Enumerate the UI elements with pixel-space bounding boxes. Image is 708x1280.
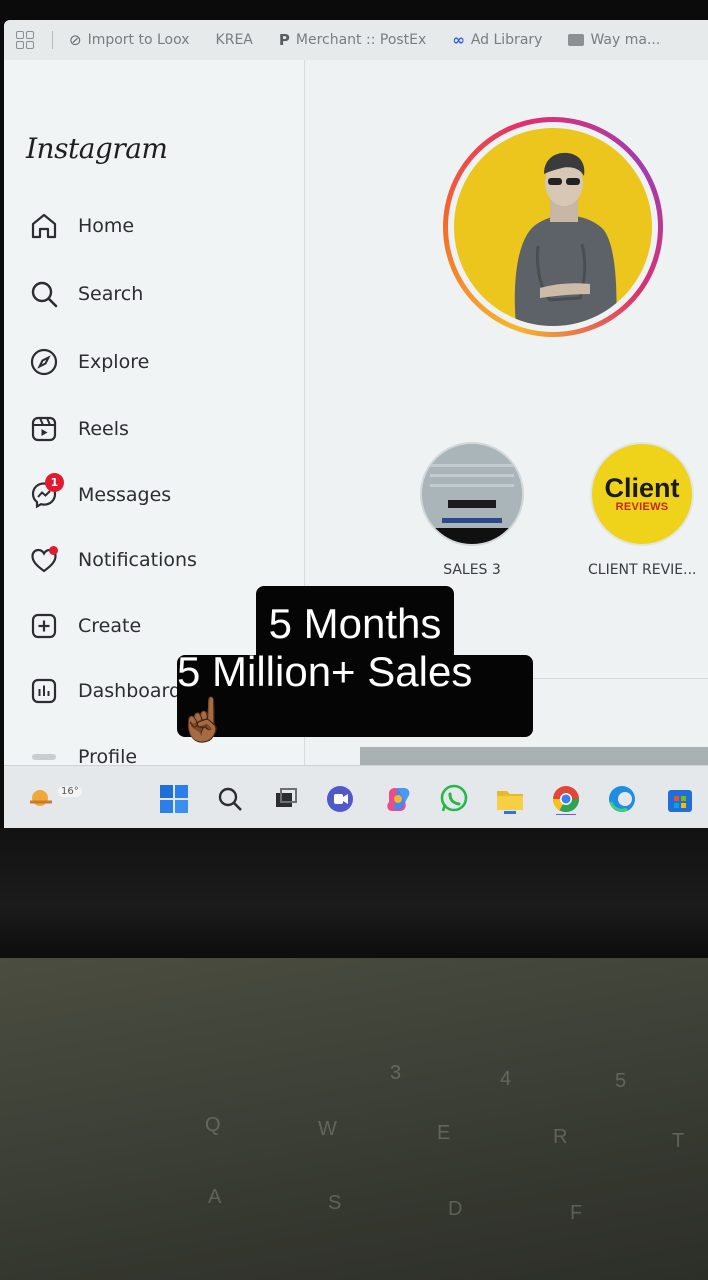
bookmark-label: Merchant :: PostEx xyxy=(295,32,427,48)
laptop-bezel xyxy=(0,828,708,958)
reels-icon xyxy=(28,413,60,445)
sidebar-item-messages[interactable]: 1 Messages xyxy=(28,473,172,511)
profile-story-ring[interactable] xyxy=(443,117,663,337)
bookmark-label: Ad Library xyxy=(470,32,543,48)
postex-icon: P xyxy=(278,31,290,49)
highlight-label: SALES 3 xyxy=(443,562,501,578)
bookmark-import-to-loox[interactable]: ⊘ Import to Loox xyxy=(69,31,190,49)
bookmark-ad-library[interactable]: ∞ Ad Library xyxy=(452,31,542,49)
bookmark-label: Import to Loox xyxy=(87,32,190,48)
story-caption-line-2: 5 Million+ Sales ☝🏾 xyxy=(177,648,533,743)
heart-icon xyxy=(28,544,60,576)
plus-square-icon xyxy=(28,610,60,642)
highlight-cover xyxy=(420,442,524,546)
sidebar-item-dashboard[interactable]: Dashboard xyxy=(28,675,181,707)
highlight-label: CLIENT REVIE... xyxy=(588,562,697,578)
sidebar-item-label: Home xyxy=(78,215,135,237)
teams-icon[interactable] xyxy=(324,783,356,815)
weather-temperature: 16° xyxy=(58,786,82,797)
cover-subtitle: REVIEWS xyxy=(615,501,669,513)
bar-chart-icon xyxy=(28,675,60,707)
bookmark-separator xyxy=(52,31,53,49)
sidebar-item-label: Notifications xyxy=(78,549,197,571)
cover-title: Client xyxy=(604,473,680,503)
unread-messages-badge: 1 xyxy=(45,473,64,492)
copilot-icon[interactable] xyxy=(382,783,414,815)
microsoft-store-icon[interactable] xyxy=(664,783,696,815)
search-icon xyxy=(28,278,60,310)
sidebar-item-search[interactable]: Search xyxy=(28,278,143,310)
loox-icon: ⊘ xyxy=(69,31,82,49)
bookmark-folder[interactable]: Way ma... xyxy=(568,32,660,48)
sidebar-item-label: Messages xyxy=(78,484,172,506)
sidebar-item-label: Explore xyxy=(78,351,150,373)
weather-widget[interactable]: 16° xyxy=(26,778,82,810)
profile-avatar xyxy=(454,128,652,326)
sidebar-item-create[interactable]: Create xyxy=(28,610,141,642)
folder-icon xyxy=(568,34,585,46)
notification-dot xyxy=(49,546,58,555)
chrome-icon[interactable] xyxy=(550,783,582,815)
bookmark-krea[interactable]: KREA xyxy=(216,32,253,48)
sidebar-item-notifications[interactable]: Notifications xyxy=(28,544,197,576)
bookmark-label: KREA xyxy=(215,32,253,48)
bookmark-merchant-postex[interactable]: P Merchant :: PostEx xyxy=(279,31,426,49)
sidebar-item-label: Create xyxy=(78,615,142,637)
meta-icon: ∞ xyxy=(452,31,465,49)
sidebar-item-label: Dashboard xyxy=(78,680,182,702)
highlight-cover: Client REVIEWS xyxy=(590,442,694,546)
instagram-logo[interactable]: Instagram xyxy=(26,132,168,165)
compass-icon xyxy=(28,346,60,378)
person-photo-icon xyxy=(514,152,617,326)
task-view-icon[interactable] xyxy=(270,783,302,815)
windows-taskbar: 16° xyxy=(4,765,708,828)
apps-grid-icon[interactable] xyxy=(16,31,34,49)
sidebar-item-label: Reels xyxy=(78,418,129,440)
bookmarks-bar: ⊘ Import to Loox KREA P Merchant :: Post… xyxy=(4,20,708,60)
laptop-keyboard: 3 4 5 Q W E R T A S D F xyxy=(0,958,708,1280)
screenshot-thumbnail-icon xyxy=(422,444,522,544)
windows-start-icon[interactable] xyxy=(158,783,190,815)
search-icon[interactable] xyxy=(214,783,246,815)
file-explorer-icon[interactable] xyxy=(494,783,526,815)
messenger-icon: 1 xyxy=(28,473,64,511)
story-frame: ⊘ Import to Loox KREA P Merchant :: Post… xyxy=(0,0,708,1280)
sidebar-item-label: Search xyxy=(78,283,144,305)
edge-icon[interactable] xyxy=(606,783,638,815)
sidebar-item-reels[interactable]: Reels xyxy=(28,413,129,445)
whatsapp-icon[interactable] xyxy=(438,783,470,815)
sidebar-item-explore[interactable]: Explore xyxy=(28,346,149,378)
highlight-client-reviews[interactable]: Client REVIEWS CLIENT REVIE... xyxy=(588,442,697,578)
weather-icon xyxy=(30,790,52,806)
sidebar-item-home[interactable]: Home xyxy=(28,210,134,242)
highlight-sales-3[interactable]: SALES 3 xyxy=(418,442,526,578)
home-icon xyxy=(28,210,60,242)
bookmark-label: Way ma... xyxy=(590,32,661,48)
